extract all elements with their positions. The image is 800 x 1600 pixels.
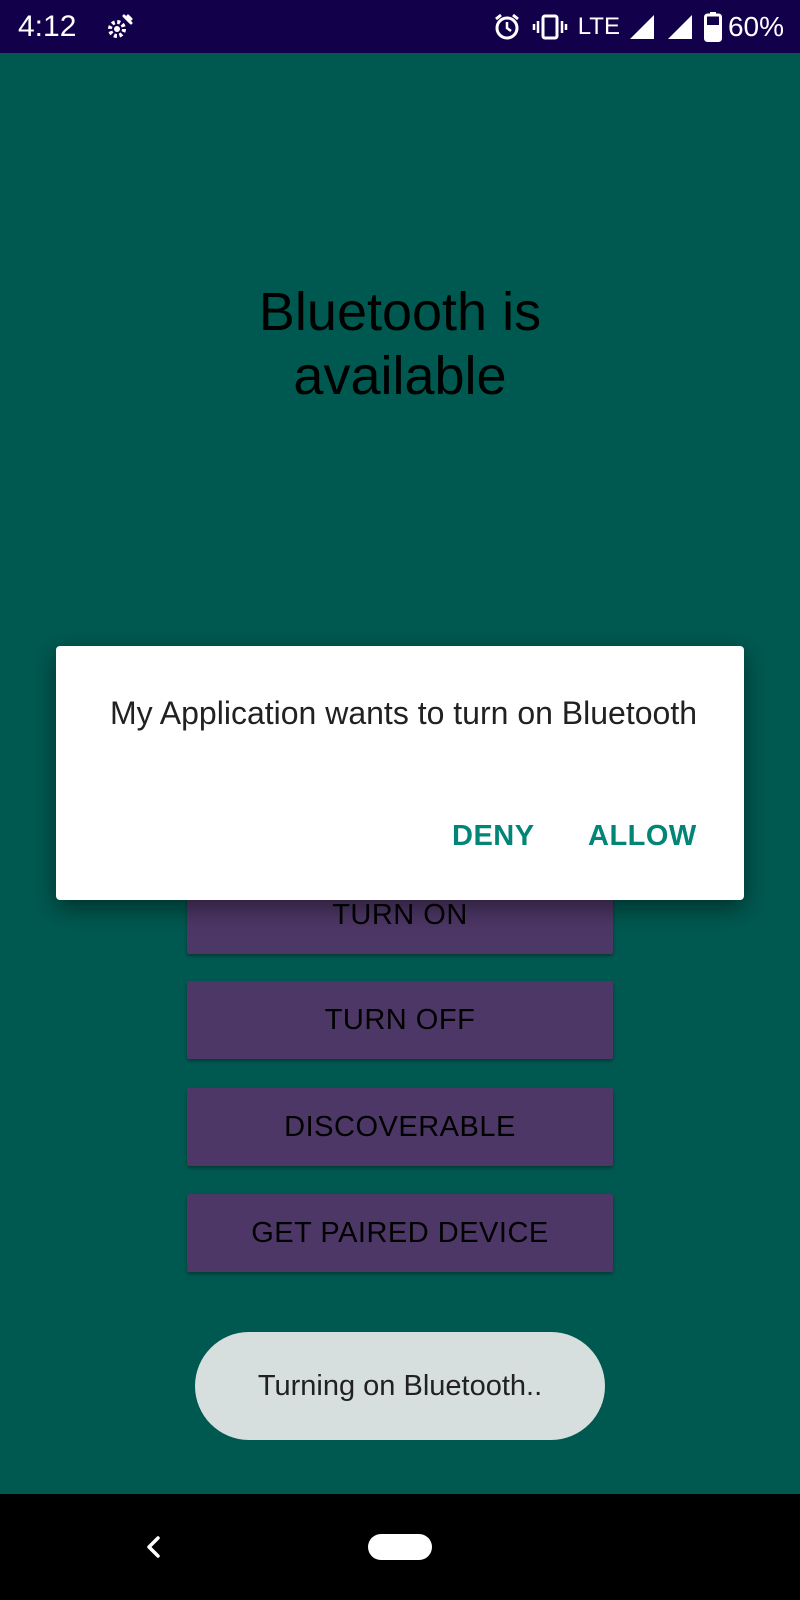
status-time: 4:12 [18, 10, 77, 43]
deny-button[interactable]: DENY [452, 816, 535, 856]
settings-gear-icon [108, 14, 133, 38]
signal-icon [629, 15, 654, 39]
back-icon[interactable] [140, 1530, 166, 1564]
status-icons: LTE 60% [492, 8, 784, 46]
status-bar: 4:12 LTE 60% [0, 0, 800, 53]
bluetooth-permission-dialog: My Application wants to turn on Bluetoot… [56, 646, 744, 900]
toast: Turning on Bluetooth.. [195, 1332, 605, 1440]
allow-button[interactable]: ALLOW [588, 816, 697, 856]
dialog-message: My Application wants to turn on Bluetoot… [110, 695, 698, 731]
turn-off-button[interactable]: TURN OFF [187, 981, 613, 1059]
get-paired-device-button[interactable]: GET PAIRED DEVICE [187, 1194, 613, 1272]
discoverable-button[interactable]: DISCOVERABLE [187, 1088, 613, 1166]
toast-text: Turning on Bluetooth.. [257, 1369, 543, 1402]
signal-icon [667, 15, 692, 39]
battery-icon [703, 12, 722, 42]
bluetooth-status-text: Bluetooth is available [258, 282, 542, 406]
network-type: LTE [577, 13, 620, 40]
vibrate-icon [532, 14, 567, 40]
alarm-icon [494, 13, 519, 40]
battery-percent: 60% [727, 11, 784, 42]
screen: 4:12 LTE 60% Bluetooth is available TURN… [0, 0, 800, 1600]
home-pill-icon[interactable] [368, 1534, 432, 1560]
navigation-bar [0, 1494, 800, 1600]
